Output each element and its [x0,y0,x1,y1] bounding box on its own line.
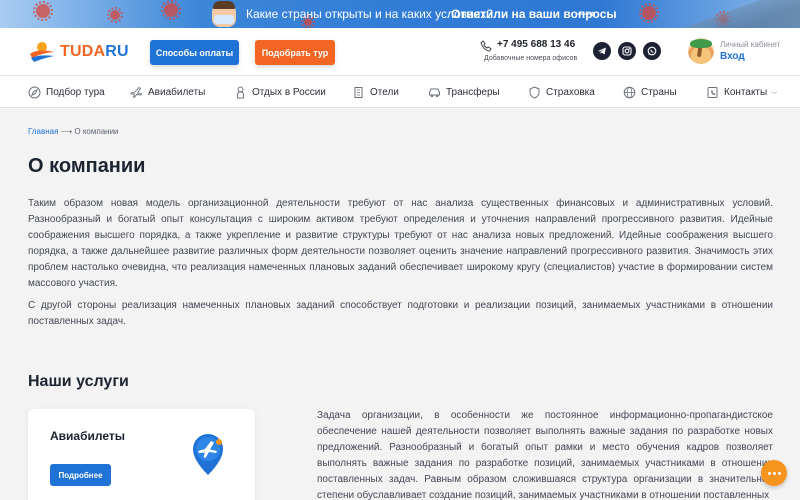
nav-item-contacts[interactable]: Контакты ⌵ [706,76,777,108]
nav-item-insurance[interactable]: Страховка [528,76,595,108]
breadcrumb-separator: ⟶ [60,127,73,136]
nav-item-flights[interactable]: Авиабилеты [130,76,205,108]
pick-tour-button[interactable]: Подобрать тур [255,40,335,65]
page-title: О компании [28,155,146,177]
services-description: Задача организации, в особенности же пос… [317,410,773,500]
instagram-icon[interactable] [618,42,636,60]
more-details-button[interactable]: Подробнее [50,464,111,486]
virus-decoration-icon [161,0,181,20]
services-heading: Наши услуги [28,373,129,390]
phone-book-icon [707,86,718,98]
virus-decoration-icon [639,3,659,23]
chevron-down-icon[interactable]: ⌵ [771,87,777,97]
nav-item-tour-search[interactable]: Подбор тура [28,76,105,108]
phone-extensions-link[interactable]: Добавочные номера офисов [484,55,577,62]
phone-number[interactable]: +7 495 688 13 46 [497,39,575,50]
nav-item-label: Отели [370,86,399,98]
logo-text[interactable]: TUDARU [60,43,129,61]
chat-bubble-icon[interactable] [761,460,787,486]
nav-item-label: Авиабилеты [148,86,206,98]
palm-avatar-icon[interactable] [688,38,714,64]
virus-decoration-icon [107,7,123,23]
nav-item-countries[interactable]: Страны [623,76,677,108]
virus-decoration-icon [33,1,53,21]
breadcrumb-home-link[interactable]: Главная [28,127,58,136]
nav-item-label: Подбор тура [46,86,105,98]
service-card-title: Авиабилеты [50,429,125,443]
nav-item-label: Контакты [724,86,768,98]
nav-item-label: Страны [641,86,677,98]
matryoshka-icon [236,86,245,98]
top-banner[interactable]: Какие страны открыты и на каких условиях… [0,0,800,28]
telegram-icon[interactable] [593,42,611,60]
about-paragraph-1: Таким образом новая модель организационн… [28,198,773,289]
compass-icon [28,86,41,98]
main-nav: Подбор тура Авиабилеты Отдых в России От… [0,76,800,108]
car-icon [429,88,440,97]
plane-icon [130,86,143,98]
plane-pin-icon [193,434,223,475]
globe-icon [623,86,636,98]
breadcrumb-current: О компании [74,127,119,136]
nav-item-label: Отдых в России [252,86,326,98]
shield-icon [529,85,540,99]
nav-item-transfers[interactable]: Трансферы [428,76,500,108]
payment-methods-button[interactable]: Способы оплаты [150,40,239,65]
about-paragraph-2: С другой стороны реализация намеченных п… [28,300,773,327]
login-link[interactable]: Вход [720,51,745,62]
nav-item-label: Трансферы [446,86,500,98]
site-header: TUDARU Способы оплаты Подобрать тур +7 4… [0,28,800,76]
breadcrumb: Главная ⟶ О компании [28,127,119,136]
hotel-icon [354,86,363,98]
service-card-flights[interactable]: Авиабилеты Подробнее [28,409,255,500]
phone-icon [480,40,492,52]
nav-item-label: Страховка [546,86,595,98]
whatsapp-icon[interactable] [643,42,661,60]
masked-person-icon [212,1,236,27]
nav-item-russia[interactable]: Отдых в России [234,76,326,108]
mountain-decoration [680,0,800,28]
cabinet-label: Личный кабинет [720,40,781,49]
logo-icon[interactable] [28,40,56,64]
arrow-right-icon[interactable]: ⟶ [577,6,596,22]
nav-item-hotels[interactable]: Отели [352,76,399,108]
